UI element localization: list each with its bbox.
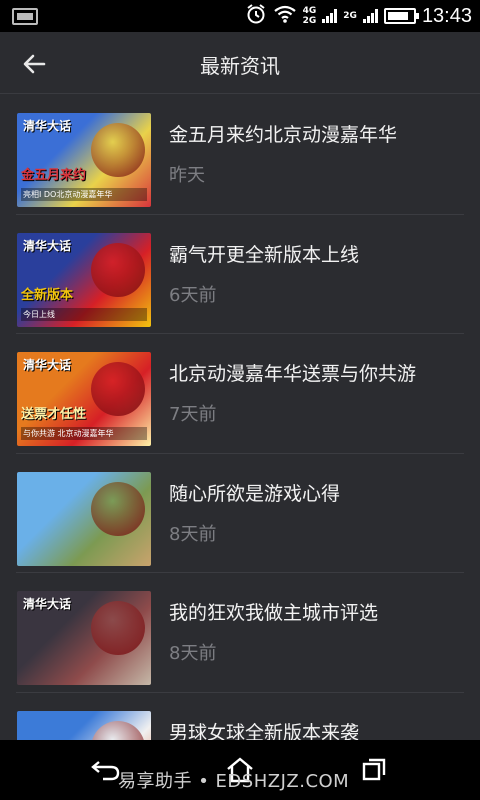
news-list[interactable]: 清华大话 金五月来约 亮相I DO北京动漫嘉年华 金五月来约北京动漫嘉年华 昨天 清华大话… [0, 95, 480, 800]
network-type-top: 4G [302, 6, 317, 16]
news-item[interactable]: 清华大话 金五月来约 亮相I DO北京动漫嘉年华 金五月来约北京动漫嘉年华 昨天 [16, 95, 464, 215]
thumbnail-logo: 清华大话 [23, 358, 72, 372]
notification-icon [12, 8, 38, 25]
news-thumbnail [17, 471, 151, 566]
thumbnail-caption: 金五月来约 [21, 168, 87, 183]
thumbnail-caption: 全新版本 [21, 287, 74, 303]
news-time: 7天前 [169, 404, 217, 425]
page-title: 最新资讯 [200, 54, 280, 78]
network-type-2: 2G [343, 11, 357, 21]
news-title: 金五月来约北京动漫嘉年华 [169, 124, 398, 146]
thumbnail-subcaption: 与你共游 北京动漫嘉年华 [21, 427, 147, 440]
news-title: 北京动漫嘉年华送票与你共游 [169, 363, 417, 385]
network-type: 4G 2G [303, 6, 317, 26]
news-title: 霸气开更全新版本上线 [169, 243, 360, 266]
thumbnail-logo: 清华大话 [23, 597, 72, 611]
signal-icon-2 [362, 9, 378, 23]
thumbnail-logo: 清华大话 [23, 119, 72, 133]
network-type-bottom: 2G [302, 16, 317, 26]
nav-recents-icon [362, 758, 386, 781]
news-thumbnail: 清华大话送票才任性与你共游 北京动漫嘉年华 [17, 352, 151, 446]
thumbnail-subcaption: 今日上线 [21, 307, 147, 321]
thumbnail-logo: 清华大话 [23, 238, 72, 253]
news-time: 昨天 [169, 165, 205, 186]
thumbnail-subcaption: 亮相I DO北京动漫嘉年华 [21, 188, 147, 201]
news-thumbnail: 清华大话全新版本今日上线 [17, 232, 151, 327]
nav-recents-button[interactable] [354, 754, 394, 786]
news-time: 6天前 [169, 284, 217, 306]
battery-icon [383, 8, 419, 24]
news-time: 8天前 [169, 643, 217, 664]
clock: 13:43 [421, 4, 472, 27]
news-title: 我的狂欢我做主城市评选 [169, 602, 379, 624]
news-item[interactable]: 清华大话 我的狂欢我做主城市评选 8天前 [16, 573, 464, 693]
news-time: 8天前 [169, 523, 217, 545]
status-icons: 4G 2G 2G 13:43 [245, 0, 472, 32]
news-item[interactable]: 清华大话 送票才任性 与你共游 北京动漫嘉年华 北京动漫嘉年华送票与你共游 7天前 [16, 334, 464, 454]
status-bar: 4G 2G 2G 13:43 [0, 0, 480, 32]
news-item[interactable]: 随心所欲是游戏心得 8天前 [16, 454, 464, 573]
watermark: 易享助手 • EDSHZJZ.COM [118, 771, 350, 792]
news-title: 随心所欲是游戏心得 [169, 482, 341, 505]
news-thumbnail: 清华大话金五月来约亮相I DO北京动漫嘉年华 [17, 113, 151, 207]
wifi-icon [273, 4, 297, 28]
nav-back-icon [91, 761, 120, 781]
news-item[interactable]: 清华大话 全新版本 今日上线 霸气开更全新版本上线 6天前 [16, 215, 464, 334]
signal-icon [322, 9, 338, 23]
alarm-icon [245, 3, 267, 29]
app-bar: 最新资讯 [0, 32, 480, 94]
navigation-bar: 易享助手 • EDSHZJZ.COM [0, 740, 480, 800]
news-thumbnail: 清华大话 [17, 591, 151, 685]
thumbnail-caption: 送票才任性 [21, 407, 87, 422]
